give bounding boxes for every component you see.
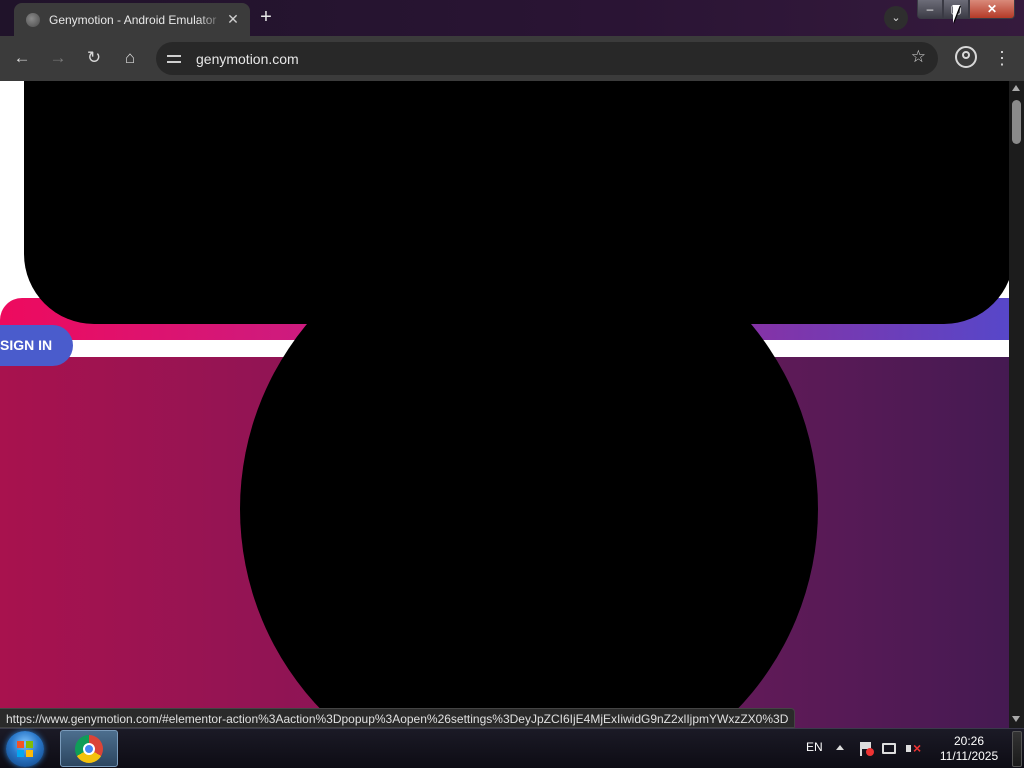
- show-desktop-button[interactable]: [1012, 731, 1022, 767]
- scroll-up-arrow-icon[interactable]: [1012, 85, 1020, 91]
- close-window-button[interactable]: ✕: [969, 0, 1015, 19]
- browser-toolbar: ← → ↻ ⌂ genymotion.com ☆ ⋮: [0, 36, 1024, 81]
- new-tab-button[interactable]: +: [255, 6, 277, 28]
- clock-time: 20:26: [953, 734, 985, 748]
- browser-menu-button[interactable]: ⋮: [992, 46, 1012, 70]
- browser-tab[interactable]: Genymotion - Android Emulator ✕: [14, 3, 250, 36]
- site-info-icon[interactable]: [166, 51, 182, 67]
- scroll-thumb[interactable]: [1012, 100, 1021, 144]
- minimize-button[interactable]: –: [917, 0, 943, 19]
- home-button[interactable]: ⌂: [118, 46, 142, 70]
- windows-taskbar: EN 20:26 11/11/2025: [0, 728, 1024, 768]
- reload-button[interactable]: ↻: [82, 46, 106, 70]
- browser-titlebar: Genymotion - Android Emulator ✕ + ⌄ – ▢ …: [0, 0, 1024, 36]
- forward-button[interactable]: →: [46, 46, 70, 70]
- sign-in-button[interactable]: SIGN IN: [0, 325, 73, 366]
- tab-search-button[interactable]: ⌄: [884, 6, 908, 30]
- tab-title: Genymotion - Android Emulator: [49, 12, 217, 27]
- bookmark-star-icon[interactable]: ☆: [911, 47, 926, 67]
- system-clock[interactable]: 20:26 11/11/2025: [930, 734, 1008, 764]
- tab-close-icon[interactable]: ✕: [224, 11, 242, 28]
- globe-icon: [26, 12, 40, 27]
- error-badge-icon: [866, 748, 874, 756]
- address-bar[interactable]: genymotion.com ☆: [156, 42, 938, 75]
- address-url[interactable]: genymotion.com: [196, 51, 299, 67]
- back-button[interactable]: ←: [10, 46, 34, 70]
- clock-date: 11/11/2025: [939, 749, 999, 763]
- profile-icon[interactable]: [955, 46, 977, 68]
- start-button[interactable]: [6, 731, 44, 767]
- window-controls: – ▢ ✕: [917, 0, 1015, 20]
- web-content: SIGN IN https://www.genymotion.com/#elem…: [0, 81, 1009, 728]
- taskbar-chrome-button[interactable]: [60, 730, 118, 767]
- page-scrollbar[interactable]: [1009, 81, 1024, 728]
- show-hidden-icons-arrow-icon[interactable]: [836, 745, 844, 750]
- network-icon[interactable]: [882, 743, 896, 754]
- scroll-down-arrow-icon[interactable]: [1012, 716, 1020, 722]
- chrome-icon: [75, 735, 103, 763]
- feature-section: [0, 220, 1009, 728]
- link-status-bubble: https://www.genymotion.com/#elementor-ac…: [0, 708, 796, 728]
- mouse-cursor-icon: [953, 5, 960, 23]
- language-indicator[interactable]: EN: [806, 740, 823, 754]
- volume-muted-icon[interactable]: [906, 740, 922, 757]
